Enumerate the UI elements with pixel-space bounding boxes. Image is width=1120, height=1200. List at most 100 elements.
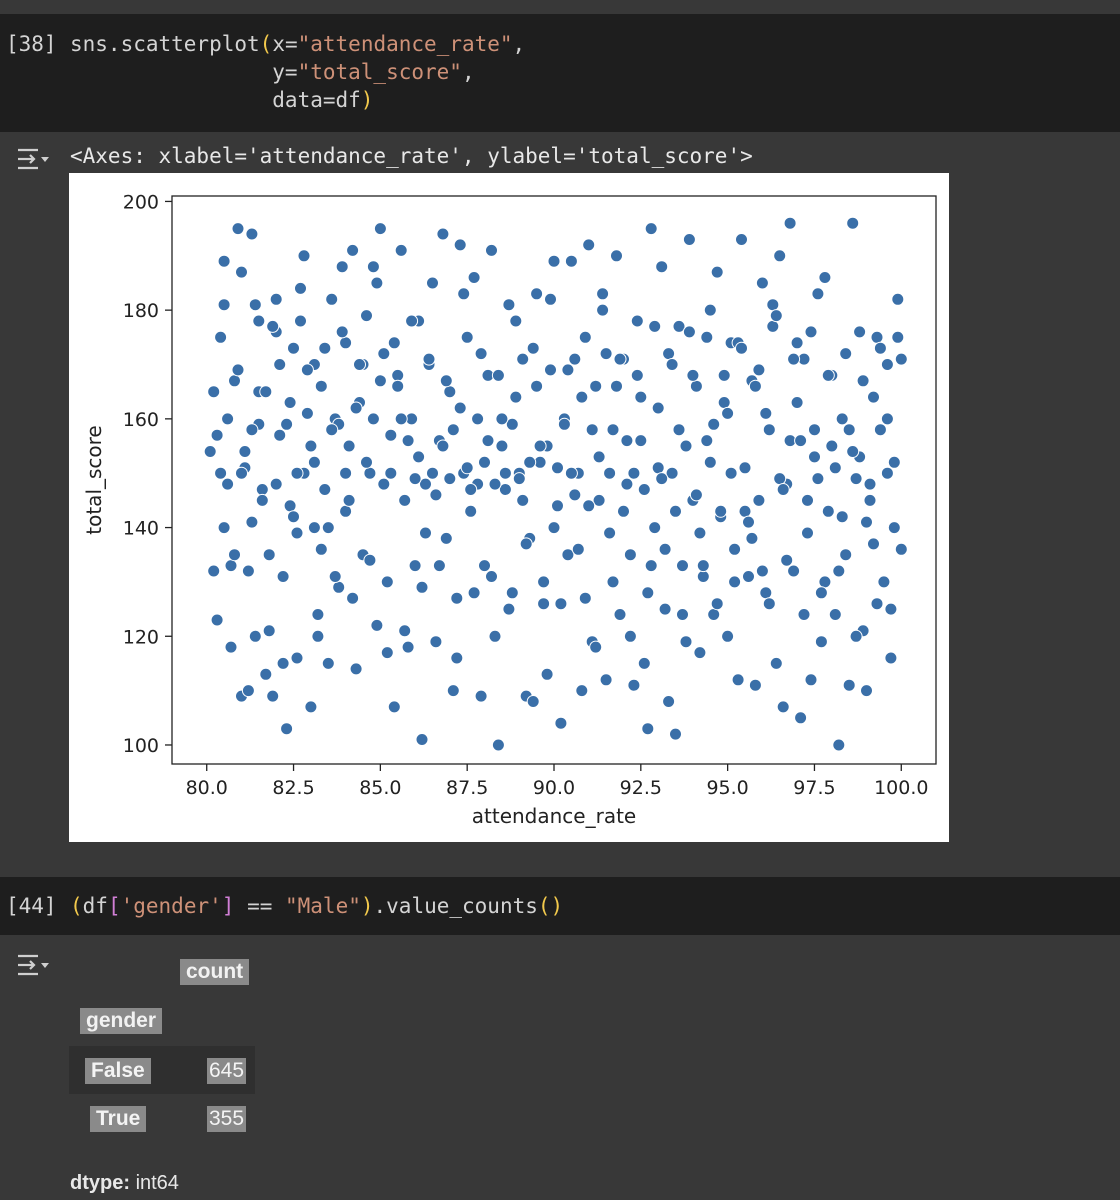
scatter-point — [464, 504, 478, 518]
scatter-point — [426, 276, 439, 290]
code-cell-38[interactable]: [38] sns.scatterplot(x="attendance_rate"… — [0, 14, 1120, 132]
scatter-point — [526, 695, 540, 708]
scatter-point — [828, 461, 842, 475]
scatter-point — [346, 243, 360, 257]
scatter-point — [703, 303, 717, 317]
scatter-point — [495, 412, 509, 426]
scatter-point — [606, 423, 620, 437]
scatter-point — [759, 406, 773, 420]
scatter-point — [241, 684, 255, 698]
scatter-point — [644, 559, 658, 573]
scatter-point — [808, 423, 821, 437]
scatter-point — [221, 412, 235, 426]
scatter-point — [516, 352, 530, 366]
scatter-point — [363, 553, 377, 567]
scatter-point — [596, 287, 610, 301]
scatter-point — [415, 733, 429, 746]
x-tick-label: 90.0 — [533, 777, 575, 799]
scatter-point — [801, 526, 814, 540]
scatter-point — [676, 608, 689, 621]
scatter-point — [304, 439, 318, 453]
scatter-point — [870, 597, 884, 611]
scatter-point — [245, 423, 259, 437]
scatter-point — [780, 553, 794, 567]
scatter-point — [769, 309, 783, 323]
scatter-point — [644, 222, 658, 236]
scatter-point — [495, 439, 509, 453]
scatter-point — [797, 608, 811, 621]
scatter-point — [755, 276, 769, 290]
scatter-point — [231, 363, 245, 377]
scatter-point — [561, 363, 575, 377]
scatter-point — [537, 575, 551, 589]
scatter-point — [290, 466, 304, 480]
dtype-value: int64 — [135, 1172, 179, 1194]
scatter-point — [478, 559, 491, 573]
scatter-point — [568, 352, 582, 366]
scatter-point — [849, 629, 863, 643]
scatter-point — [766, 298, 780, 312]
scatter-point — [571, 542, 585, 556]
code-line[interactable]: (df['gender'] == "Male").value_counts() — [70, 894, 563, 918]
scatter-point — [717, 368, 731, 382]
scatter-point — [790, 396, 804, 409]
scatter-point — [224, 640, 238, 654]
code-line[interactable]: data=df) — [70, 88, 373, 112]
axes-repr-text: <Axes: xlabel='attendance_rate', ylabel=… — [70, 144, 753, 168]
x-ticks: 80.0 82.5 85.0 87.5 90.0 92.5 95.0 97.5 100.0 — [186, 764, 928, 799]
code-line[interactable]: y="total_score", — [70, 60, 474, 84]
scatter-point — [283, 499, 297, 513]
scatter-point — [735, 341, 748, 355]
scatter-point — [485, 570, 498, 583]
row-index: True — [90, 1106, 147, 1132]
scatter-point — [297, 249, 311, 263]
scatter-point — [835, 510, 849, 524]
scatter-point — [360, 455, 373, 469]
scatter-point — [328, 570, 342, 583]
scatter-point — [276, 656, 290, 670]
scatter-point — [662, 347, 676, 361]
scatter-point — [894, 542, 908, 556]
scatter-point — [217, 298, 231, 312]
output-collapse-icon[interactable] — [14, 952, 50, 978]
scatter-point — [557, 417, 571, 431]
scatter-point — [682, 233, 696, 246]
x-tick-label: 85.0 — [359, 777, 401, 799]
scatter-point — [221, 477, 235, 491]
output-collapse-icon[interactable] — [14, 146, 50, 172]
scatter-point — [641, 586, 655, 600]
scatter-point — [551, 499, 564, 513]
scatter-point — [262, 624, 276, 638]
scatter-point — [450, 591, 464, 605]
scatter-point — [349, 401, 363, 415]
scatter-point — [669, 727, 682, 741]
scatter-point — [589, 379, 603, 393]
scatter-point — [432, 559, 446, 573]
scatter-point — [446, 684, 460, 698]
x-axis-label: attendance_rate — [472, 804, 636, 828]
scatter-point — [373, 222, 387, 236]
scatter-point — [453, 238, 467, 252]
scatter-point — [231, 222, 245, 236]
scatter-point — [589, 640, 603, 654]
index-name-gender: gender — [80, 1008, 163, 1034]
scatter-point — [606, 575, 620, 589]
scatter-point — [717, 396, 731, 409]
code-line[interactable]: sns.scatterplot(x="attendance_rate", — [70, 32, 525, 56]
code-cell-44[interactable]: [44] (df['gender'] == "Male").value_coun… — [0, 877, 1120, 935]
scatter-point — [658, 602, 672, 616]
points-group — [203, 216, 908, 752]
scatter-point — [773, 249, 787, 263]
scatter-point — [842, 423, 856, 437]
scatter-point — [832, 564, 846, 578]
scatter-point — [408, 559, 422, 573]
scatter-point — [623, 548, 637, 562]
scatter-point — [502, 602, 516, 616]
scatter-point — [335, 325, 349, 339]
scatter-point — [530, 287, 544, 301]
scatter-point — [224, 559, 238, 573]
scatter-point — [613, 608, 627, 621]
scatter-point — [384, 466, 398, 480]
scatter-point — [887, 521, 901, 535]
scatter-point — [502, 298, 516, 312]
